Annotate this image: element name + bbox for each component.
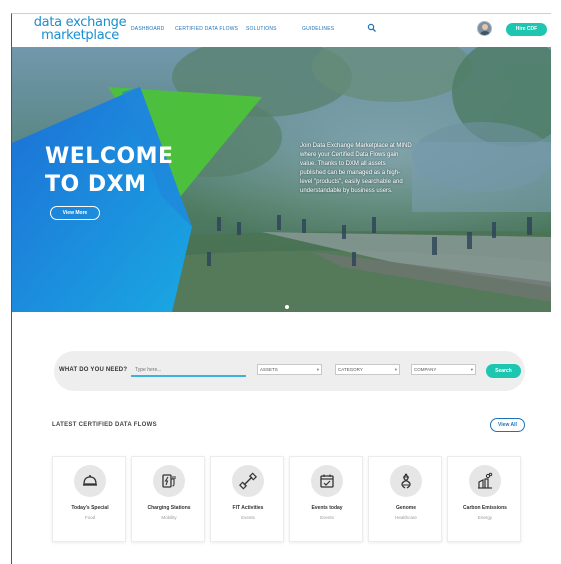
chevron-down-icon: ▾ <box>316 367 319 372</box>
flow-card-charging-stations[interactable]: Charging Stations Mobility <box>131 456 205 542</box>
card-title: Genome <box>395 505 416 511</box>
dna-icon <box>390 465 422 497</box>
nav-solutions[interactable]: SOLUTIONS <box>246 26 277 32</box>
top-header: data exchange marketplace DASHBOARD CERT… <box>12 14 551 47</box>
card-title: FIT Activities <box>232 505 264 511</box>
calendar-icon <box>311 465 343 497</box>
avatar-body <box>480 31 490 35</box>
flow-card-fit-activities[interactable]: FIT Activities Events <box>210 456 284 542</box>
chevron-down-icon: ▾ <box>470 367 473 372</box>
logo[interactable]: data exchange marketplace <box>30 16 130 42</box>
welcome-line-2: TO DXM <box>45 172 147 197</box>
view-more-button[interactable]: View More <box>50 206 100 220</box>
chevron-down-icon: ▾ <box>394 367 397 372</box>
card-title: Charging Stations <box>147 505 191 511</box>
card-category: Events <box>241 515 255 520</box>
card-category: Food <box>84 515 96 520</box>
assets-select-label: ASSETS <box>260 367 278 372</box>
assets-select[interactable]: ASSETS ▾ <box>257 364 322 375</box>
dumbbell-icon <box>232 465 264 497</box>
flow-card-events-today[interactable]: Events today Events <box>289 456 363 542</box>
nav-certified-data-flows[interactable]: CERTIFIED DATA FLOWS <box>175 26 238 32</box>
category-select[interactable]: CATEGORY ▾ <box>335 364 400 375</box>
flow-card-genome[interactable]: Genome Healthcare <box>368 456 442 542</box>
card-category: Events <box>320 515 334 520</box>
search-button[interactable]: Search <box>486 364 521 378</box>
flow-card-todays-special[interactable]: Today's Special Food <box>52 456 126 542</box>
view-all-button[interactable]: View All <box>490 418 525 432</box>
search-input[interactable] <box>131 364 246 377</box>
card-title: Events today <box>311 505 343 511</box>
carousel-dot[interactable] <box>285 305 289 309</box>
flow-card-carbon-emissions[interactable]: Carbon Emissions Energy <box>447 456 521 542</box>
hire-cdf-button[interactable]: Hire CDF <box>506 23 547 36</box>
card-title: Today's Special <box>71 505 109 511</box>
category-select-label: CATEGORY <box>338 367 363 372</box>
logo-line-2: marketplace <box>41 28 119 43</box>
company-select-label: COMPANY <box>414 367 437 372</box>
company-select[interactable]: COMPANY ▾ <box>411 364 476 375</box>
factory-icon <box>469 465 501 497</box>
card-category: Energy <box>477 515 493 520</box>
charging-station-icon <box>153 465 185 497</box>
welcome-line-1: WELCOME <box>45 144 174 169</box>
avatar-head <box>482 24 488 30</box>
hero-banner: WELCOME TO DXM View More Join Data Excha… <box>12 47 551 312</box>
user-avatar[interactable] <box>477 21 492 36</box>
page-frame: data exchange marketplace DASHBOARD CERT… <box>11 13 551 564</box>
search-question-label: WHAT DO YOU NEED? <box>59 367 128 373</box>
search-bar: WHAT DO YOU NEED? ASSETS ▾ CATEGORY ▾ CO… <box>54 351 525 391</box>
card-title: Carbon Emissions <box>463 505 507 511</box>
card-category: Healthcare <box>395 515 417 520</box>
hero-description: Join Data Exchange Marketplace at MIND w… <box>300 143 412 194</box>
latest-flows-title: LATEST CERTIFIED DATA FLOWS <box>52 422 157 428</box>
card-category: Mobility <box>161 515 177 520</box>
hero-welcome-title: WELCOME TO DXM <box>45 143 174 199</box>
nav-guidelines[interactable]: GUIDELINES <box>302 26 334 32</box>
search-icon[interactable] <box>367 23 377 33</box>
nav-dashboard[interactable]: DASHBOARD <box>131 26 164 32</box>
food-cloche-icon <box>74 465 106 497</box>
